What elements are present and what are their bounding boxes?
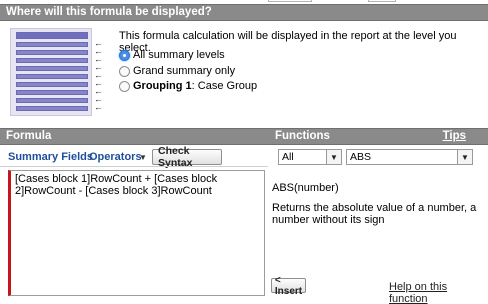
option-grand-summary-only[interactable]: Grand summary only bbox=[119, 64, 235, 78]
operators-menu[interactable]: Operators bbox=[89, 151, 142, 163]
function-signature: ABS(number) bbox=[272, 182, 339, 194]
arrow-left-icon: ← bbox=[94, 102, 103, 112]
formula-section-header: Formula Functions Tips bbox=[0, 128, 488, 145]
report-row bbox=[16, 66, 88, 71]
report-preview-box bbox=[10, 28, 92, 116]
formula-editor[interactable]: [Cases block 1]RowCount + [Cases block 2… bbox=[8, 170, 265, 296]
select-value: ABS bbox=[350, 151, 372, 163]
option-label: : Case Group bbox=[191, 80, 258, 92]
chevron-down-icon[interactable]: ▼ bbox=[457, 150, 472, 164]
option-label-bold: Grouping 1 bbox=[133, 80, 192, 92]
report-row bbox=[16, 98, 88, 103]
report-row bbox=[16, 90, 88, 95]
report-row bbox=[16, 74, 88, 79]
report-row bbox=[16, 82, 88, 87]
summary-fields-menu[interactable]: Summary Fields bbox=[8, 151, 93, 163]
radio-selected-icon[interactable] bbox=[119, 49, 130, 61]
summary-levels-illustration: ← ← ← ← ← ← ← ← ← bbox=[10, 28, 106, 116]
radio-icon[interactable] bbox=[119, 65, 130, 77]
function-description: Returns the absolute value of a number, … bbox=[272, 202, 477, 226]
formula-section-title: Formula bbox=[6, 130, 52, 142]
report-row bbox=[16, 106, 88, 111]
report-row bbox=[16, 42, 88, 47]
option-all-summary-levels[interactable]: All summary levels bbox=[119, 48, 225, 62]
option-label: All summary levels bbox=[133, 49, 225, 61]
function-select[interactable]: ABS ▼ bbox=[346, 149, 473, 165]
check-syntax-button[interactable]: Check Syntax bbox=[152, 145, 222, 169]
radio-icon[interactable] bbox=[119, 80, 130, 92]
display-section-title: Where will this formula be displayed? bbox=[6, 6, 212, 18]
cutoff-control bbox=[368, 0, 396, 2]
insert-button[interactable]: < Insert bbox=[271, 275, 306, 297]
help-on-function-link[interactable]: Help on this function bbox=[389, 281, 488, 304]
report-row bbox=[16, 50, 88, 55]
report-row bbox=[16, 58, 88, 63]
chevron-down-icon[interactable]: ▼ bbox=[326, 150, 341, 164]
option-grouping-1[interactable]: Grouping 1: Case Group bbox=[119, 79, 257, 93]
select-value: All bbox=[282, 151, 294, 163]
report-header-row bbox=[16, 32, 88, 39]
functions-section-title: Functions bbox=[275, 130, 330, 142]
function-category-select[interactable]: All ▼ bbox=[278, 149, 342, 165]
chevron-down-icon[interactable]: ▼ bbox=[139, 153, 147, 162]
cutoff-control bbox=[268, 0, 312, 2]
divider bbox=[0, 166, 268, 167]
display-section-header: Where will this formula be displayed? bbox=[0, 4, 488, 21]
tips-link[interactable]: Tips bbox=[443, 130, 466, 142]
option-label: Grand summary only bbox=[133, 65, 236, 77]
